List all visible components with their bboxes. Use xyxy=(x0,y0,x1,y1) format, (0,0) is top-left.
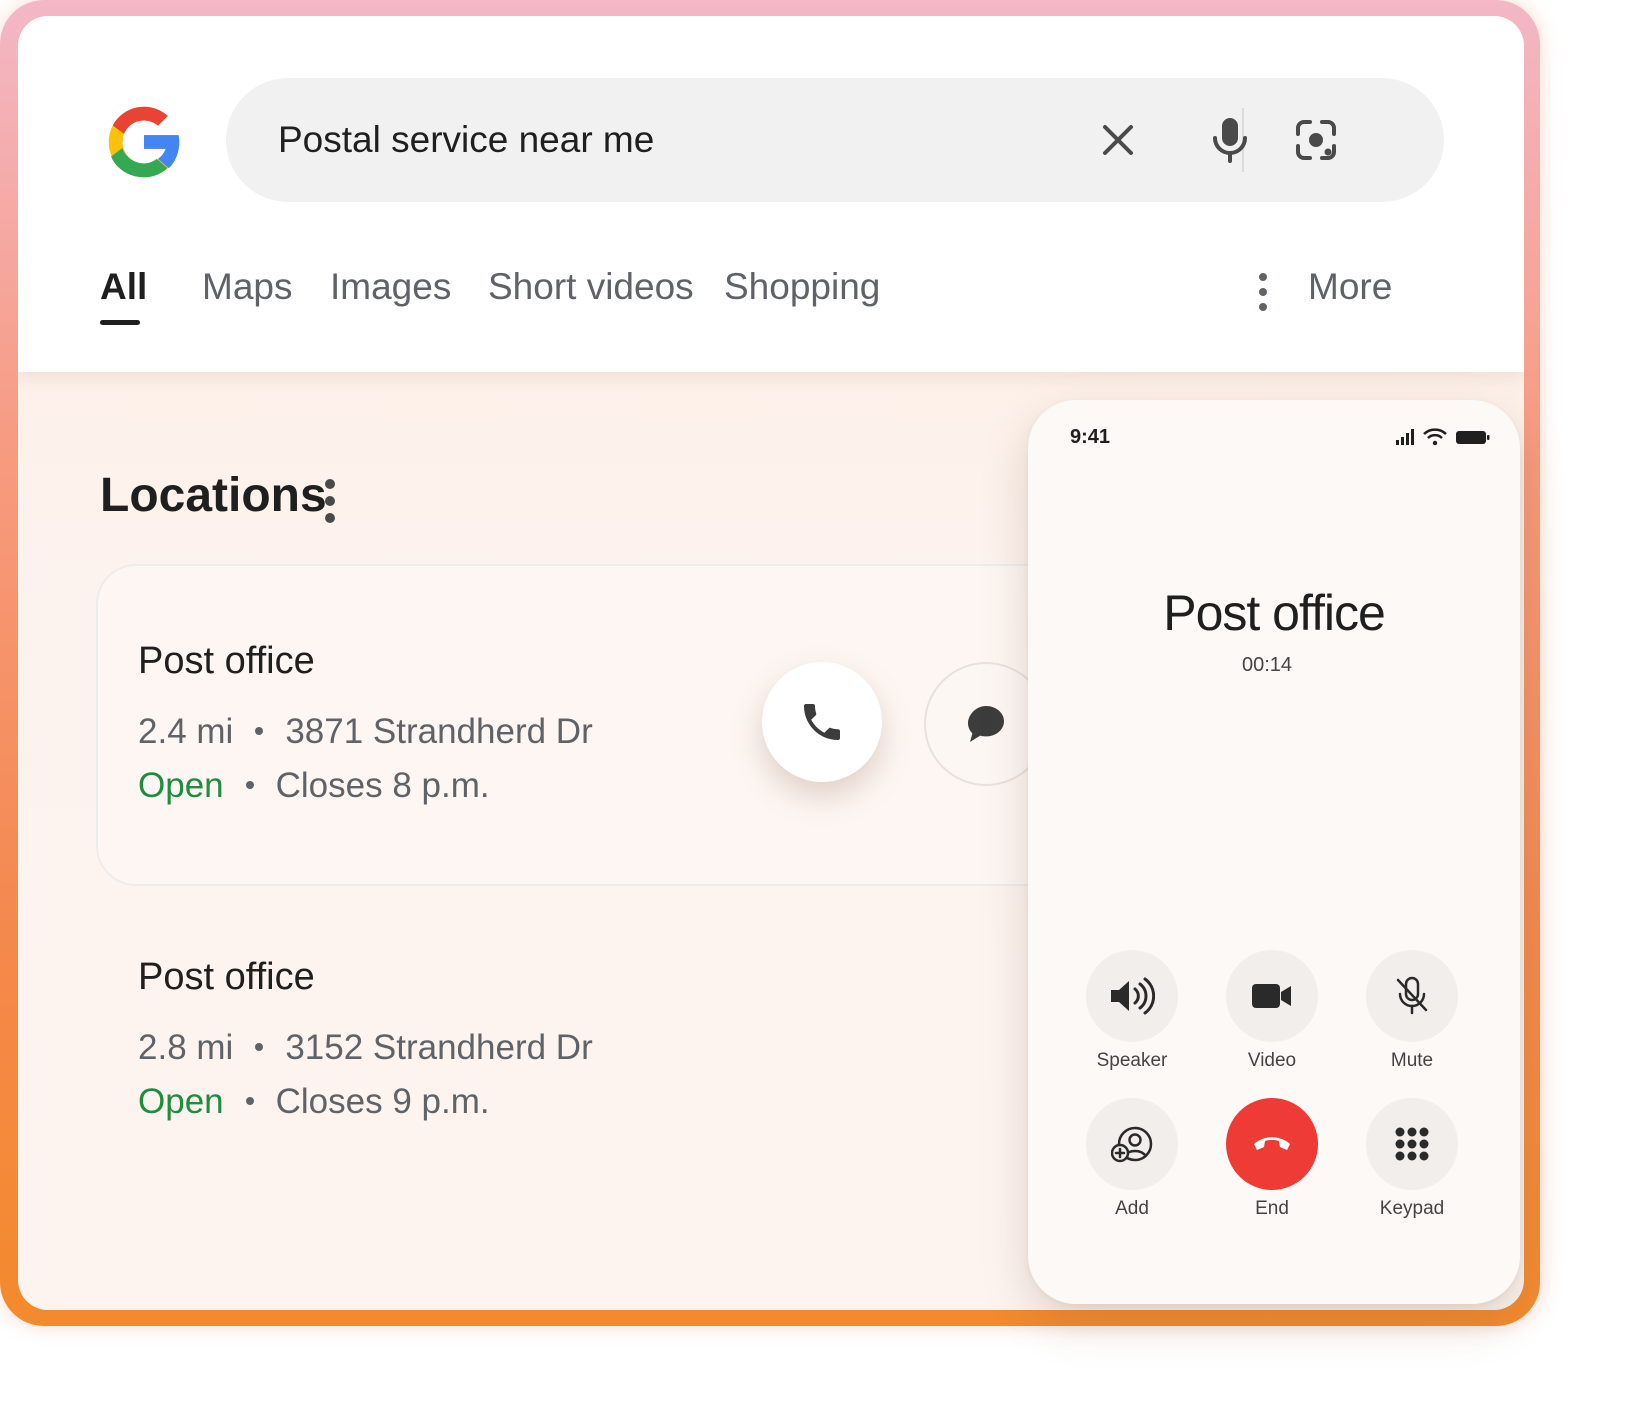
tab-maps[interactable]: Maps xyxy=(202,266,292,308)
add-person-icon xyxy=(1111,1126,1153,1163)
separator-dot xyxy=(245,780,254,789)
keypad-button[interactable]: Keypad xyxy=(1342,1098,1482,1238)
section-options-icon[interactable] xyxy=(324,478,336,524)
close-icon xyxy=(1103,125,1133,155)
separator-dot xyxy=(255,726,264,735)
result-closing-time: Closes 8 p.m. xyxy=(275,766,490,805)
mic-off-icon xyxy=(1396,976,1428,1015)
phone-icon xyxy=(804,704,840,740)
add-call-button-circle[interactable] xyxy=(1086,1098,1178,1190)
end-call-button-circle[interactable] xyxy=(1226,1098,1318,1190)
search-input[interactable]: Postal service near me xyxy=(278,78,654,202)
keypad-label: Keypad xyxy=(1379,1198,1445,1219)
call-timer: 00:14 xyxy=(1241,654,1293,676)
end-call-button[interactable]: End xyxy=(1202,1098,1342,1238)
speaker-label: Speaker xyxy=(1096,1050,1168,1071)
mute-button-circle[interactable] xyxy=(1366,950,1458,1042)
lens-search-button[interactable] xyxy=(1288,112,1344,168)
separator-dot xyxy=(245,1096,254,1105)
result-distance-address: 2.8 mi 3152 Strandherd Dr xyxy=(138,1028,593,1068)
result-address: 3871 Strandherd Dr xyxy=(285,712,593,751)
tab-shopping[interactable]: Shopping xyxy=(724,266,880,308)
video-icon xyxy=(1252,984,1291,1008)
more-label: More xyxy=(1308,266,1393,307)
keypad-icon xyxy=(1395,1127,1429,1161)
tab-images[interactable]: Images xyxy=(330,266,451,308)
clear-search-button[interactable] xyxy=(1090,112,1146,168)
google-logo[interactable] xyxy=(98,96,190,188)
more-vert-icon xyxy=(1259,273,1267,311)
status-bar-time: 9:41 xyxy=(1070,426,1111,448)
signal-icon xyxy=(1396,429,1414,445)
call-button[interactable] xyxy=(762,662,882,782)
result-title[interactable]: Post office xyxy=(138,956,315,999)
result-closing-time: Closes 9 p.m. xyxy=(275,1082,490,1121)
tab-all[interactable]: All xyxy=(100,266,147,308)
microphone-icon xyxy=(1213,118,1247,163)
tab-short-videos[interactable]: Short videos xyxy=(488,266,694,308)
camera-lens-icon xyxy=(1296,120,1336,160)
callee-name: Post office xyxy=(1163,585,1386,641)
result-open-status: Open xyxy=(138,1082,224,1121)
active-tab-indicator xyxy=(100,320,140,325)
result-address: 3152 Strandherd Dr xyxy=(285,1028,593,1067)
add-call-button[interactable]: Add xyxy=(1062,1098,1202,1238)
video-button[interactable]: Video xyxy=(1202,950,1342,1090)
end-call-icon xyxy=(1254,1137,1290,1150)
locations-heading: Locations xyxy=(100,469,327,522)
keypad-button-circle[interactable] xyxy=(1366,1098,1458,1190)
speaker-icon xyxy=(1111,977,1155,1015)
search-header: Postal service near me All Maps Images S… xyxy=(18,16,1524,372)
result-hours: Open Closes 9 p.m. xyxy=(138,1082,490,1122)
wifi-icon xyxy=(1423,428,1447,446)
mute-button[interactable]: Mute xyxy=(1342,950,1482,1090)
result-hours: Open Closes 8 p.m. xyxy=(138,766,490,806)
phone-call-screen: 9:41 Post office 00:14 Speaker Video Mut… xyxy=(1028,400,1520,1304)
result-open-status: Open xyxy=(138,766,224,805)
status-bar-icons xyxy=(1396,428,1490,446)
end-label: End xyxy=(1255,1198,1289,1219)
battery-icon xyxy=(1456,431,1490,444)
speaker-button[interactable]: Speaker xyxy=(1062,950,1202,1090)
video-label: Video xyxy=(1247,1050,1297,1071)
voice-search-button[interactable] xyxy=(1202,112,1258,168)
search-bar[interactable]: Postal service near me xyxy=(226,78,1444,202)
separator-dot xyxy=(255,1042,264,1051)
chat-bubble-icon xyxy=(968,706,1004,742)
result-distance: 2.8 mi xyxy=(138,1028,234,1067)
video-button-circle[interactable] xyxy=(1226,950,1318,1042)
result-distance: 2.4 mi xyxy=(138,712,234,751)
result-distance-address: 2.4 mi 3871 Strandherd Dr xyxy=(138,712,593,752)
add-label: Add xyxy=(1115,1198,1149,1219)
mute-label: Mute xyxy=(1390,1050,1434,1071)
result-title[interactable]: Post office xyxy=(138,640,315,683)
speaker-button-circle[interactable] xyxy=(1086,950,1178,1042)
